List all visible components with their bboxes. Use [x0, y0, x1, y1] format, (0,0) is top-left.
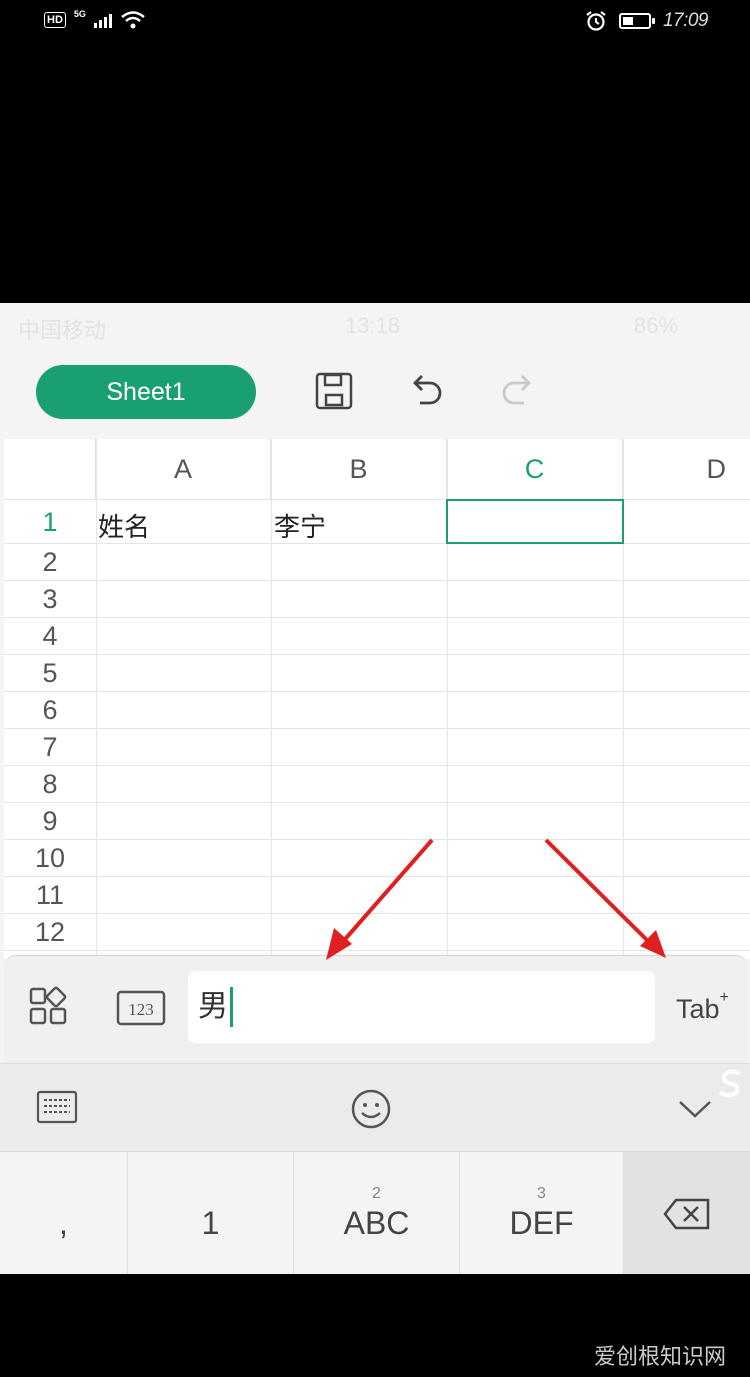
save-icon [315, 372, 353, 410]
key-abc-hint: 2 [372, 1185, 381, 1202]
inner-time: 13:18 [345, 313, 401, 338]
chevron-down-icon [679, 1101, 711, 1118]
undo-icon [413, 375, 442, 405]
undo-button[interactable] [404, 369, 448, 413]
tab-label: Tab [676, 994, 720, 1024]
row-header-8[interactable]: 8 [4, 769, 96, 800]
ime-logo-icon [718, 1069, 742, 1098]
row-header-6[interactable]: 6 [4, 695, 96, 726]
hide-keyboard-button[interactable] [676, 1094, 714, 1127]
emoji-icon [351, 1089, 391, 1129]
inner-status-bar: 中国移动 13:18 86% [0, 303, 750, 349]
row-header-3[interactable]: 3 [4, 584, 96, 615]
watermark: 爱创根知识网 [593, 1344, 726, 1369]
tab-button[interactable]: Tab+ [676, 989, 729, 1025]
spreadsheet-grid: A B C D 1 2 3 4 5 6 7 8 9 10 11 12 姓名 李宁 [4, 439, 750, 959]
column-header-a[interactable]: A [96, 439, 271, 499]
column-header-c[interactable]: C [447, 439, 623, 499]
key-def-hint: 3 [537, 1185, 546, 1202]
sheet-tab[interactable]: Sheet1 [36, 365, 256, 419]
key-abc-label: ABC [343, 1205, 410, 1241]
battery-icon [618, 13, 655, 29]
cell-b1[interactable]: 李宁 [274, 507, 326, 544]
cell-input-bar: 123 男 Tab+ [4, 955, 748, 1064]
cell-a1[interactable]: 姓名 [98, 507, 150, 544]
save-button[interactable] [312, 369, 356, 413]
corner-header[interactable] [4, 439, 96, 499]
hd-indicator: HD [44, 12, 66, 28]
phone-status-bar: HD 5G 17:09 [0, 0, 750, 46]
selected-cell-c1[interactable] [446, 499, 624, 544]
row-header-9[interactable]: 9 [4, 806, 96, 837]
row-header-1[interactable]: 1 [4, 507, 96, 538]
cell-input-value: 男 [198, 990, 228, 1023]
functions-button[interactable] [28, 986, 70, 1033]
signal-icon [93, 12, 112, 28]
row-header-12[interactable]: 12 [4, 917, 96, 948]
row-header-2[interactable]: 2 [4, 547, 96, 578]
ime-toolbar [0, 1063, 750, 1152]
key-def-label: DEF [509, 1205, 574, 1241]
toolbar: Sheet1 [0, 353, 750, 439]
svg-text:123: 123 [128, 1000, 154, 1019]
backspace-key[interactable] [624, 1152, 750, 1274]
row-header-11[interactable]: 11 [4, 880, 96, 911]
redo-icon [502, 375, 531, 405]
key-comma[interactable]: , [0, 1152, 128, 1274]
row-header-4[interactable]: 4 [4, 621, 96, 652]
row-header-10[interactable]: 10 [4, 843, 96, 874]
alarm-icon [586, 11, 606, 31]
inner-carrier: 中国移动 [18, 318, 107, 343]
redo-button[interactable] [496, 369, 540, 413]
key-1[interactable]: 1 [128, 1152, 294, 1274]
inner-battery: 86% [634, 313, 679, 338]
number-keyboard-button[interactable]: 123 [116, 990, 166, 1031]
backspace-icon [663, 1198, 710, 1229]
column-header-b[interactable]: B [271, 439, 447, 499]
text-caret [230, 987, 233, 1027]
key-comma-label: , [59, 1205, 68, 1241]
network-type: 5G [73, 9, 86, 19]
apps-grid-icon [29, 986, 67, 1025]
row-header-5[interactable]: 5 [4, 658, 96, 689]
key-1-label: 1 [201, 1205, 220, 1241]
key-def[interactable]: 3 DEF [460, 1152, 624, 1274]
key-abc[interactable]: 2 ABC [294, 1152, 460, 1274]
tab-arrow-icon: + [719, 989, 729, 1006]
number-123-icon: 123 [116, 990, 166, 1026]
keyboard-switch-button[interactable] [36, 1090, 78, 1129]
cell-input-field[interactable]: 男 [188, 971, 655, 1043]
row-header-7[interactable]: 7 [4, 732, 96, 763]
clock: 17:09 [662, 10, 709, 31]
column-header-d[interactable]: D [623, 439, 750, 499]
emoji-button[interactable] [350, 1088, 392, 1135]
keypad: , 1 2 ABC 3 DEF [0, 1151, 750, 1274]
wifi-icon [121, 11, 145, 29]
keyboard-icon [36, 1090, 78, 1124]
spreadsheet-app: 中国移动 13:18 86% Sheet1 A B C D 1 2 3 4 5 … [0, 303, 750, 1274]
